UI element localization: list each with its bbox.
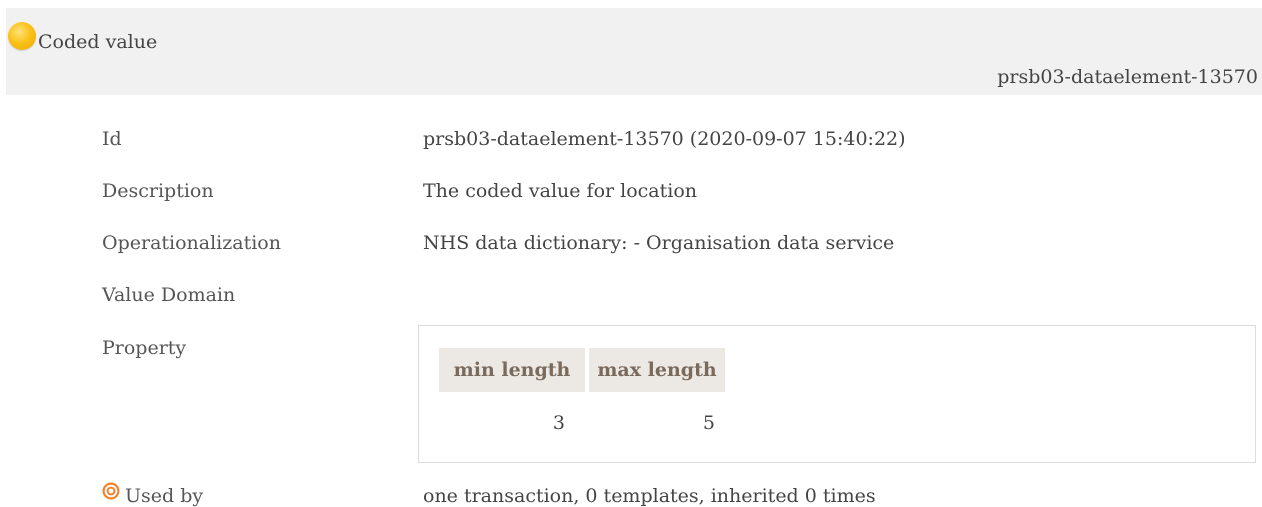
element-header: Coded value prsb03-dataelement-13570 — [6, 8, 1262, 95]
target-icon — [102, 482, 120, 500]
value-domain-label: Value Domain — [102, 284, 236, 306]
element-identifier: prsb03-dataelement-13570 — [997, 66, 1258, 88]
max-length-header: max length — [589, 348, 725, 392]
operationalization-value: NHS data dictionary: - Organisation data… — [423, 232, 895, 254]
min-length-value: 3 — [552, 412, 565, 434]
property-label: Property — [102, 337, 187, 359]
used-by-label: Used by — [125, 485, 204, 507]
operationalization-label: Operationalization — [102, 232, 281, 254]
id-label: Id — [102, 128, 122, 150]
min-length-header: min length — [439, 348, 585, 392]
used-by-value[interactable]: one transaction, 0 templates, inherited … — [423, 485, 876, 507]
max-length-value: 5 — [702, 412, 715, 434]
description-value: The coded value for location — [423, 180, 698, 202]
id-value: prsb03-dataelement-13570 (2020-09-07 15:… — [423, 128, 906, 150]
status-circle-icon — [8, 22, 36, 50]
description-label: Description — [102, 180, 214, 202]
element-title: Coded value — [38, 31, 158, 53]
property-table: min length max length 3 5 — [418, 325, 1256, 463]
